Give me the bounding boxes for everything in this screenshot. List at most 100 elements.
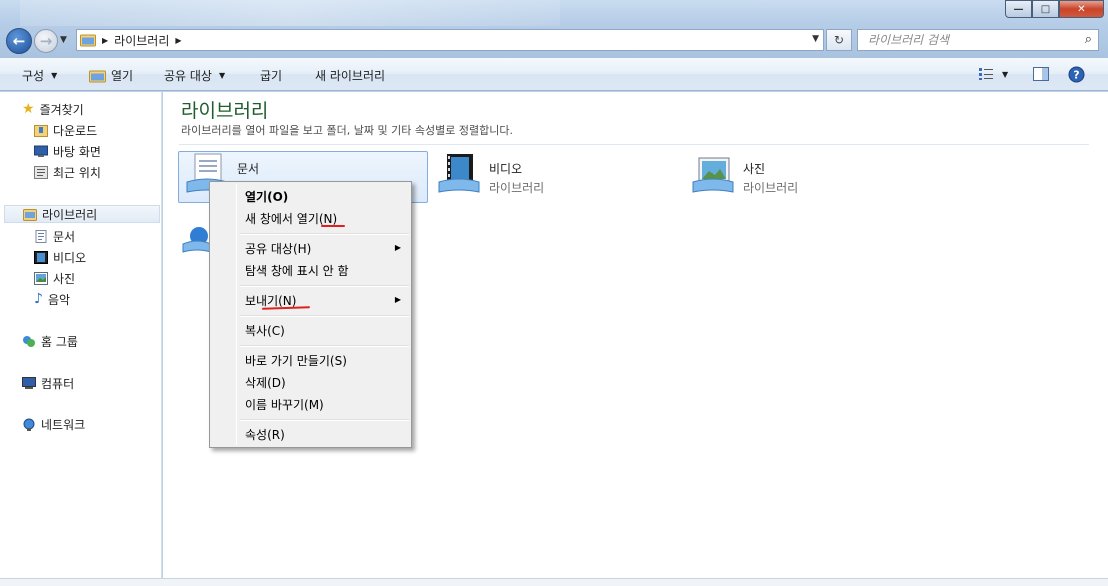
submenu-arrow-icon: ▶ <box>394 295 401 304</box>
sidebar-item-network[interactable]: 네트워크 <box>22 415 85 433</box>
maximize-button[interactable]: □ <box>1032 0 1059 18</box>
sidebar-item-label: 다운로드 <box>53 123 98 138</box>
sidebar-item-documents[interactable]: 문서 <box>34 227 75 245</box>
menu-separator <box>240 315 409 317</box>
page-description: 라이브러리를 열어 파일을 보고 폴더, 날짜 및 기타 속성별로 정렬합니다. <box>181 124 513 137</box>
library-folder-icon <box>89 70 106 82</box>
address-bar[interactable]: ▶ 라이브러리 ▶ ▼ <box>76 29 824 51</box>
annotation-underline <box>321 225 345 227</box>
sidebar-item-label: 사진 <box>53 271 76 286</box>
refresh-icon: ↻ <box>833 33 845 47</box>
share-with-label: 공유 대상 <box>164 69 212 83</box>
star-icon: ★ <box>22 101 35 117</box>
annotation-underline <box>261 306 311 310</box>
sidebar-item-recent-places[interactable]: 최근 위치 <box>34 163 101 181</box>
context-menu: 열기(O) 새 창에서 열기(N) 공유 대상(H) ▶ 탐색 창에 표시 안 … <box>209 181 412 448</box>
new-library-button[interactable]: 새 라이브러리 <box>315 67 385 84</box>
menu-separator <box>240 419 409 421</box>
menu-gutter <box>236 184 237 445</box>
address-history-dropdown[interactable]: ▼ <box>812 34 819 44</box>
search-input[interactable] <box>868 33 1068 47</box>
navigation-pane: ★ 즐겨찾기 다운로드 바탕 화면 최근 위치 라이브러리 문서 비디오 사진 … <box>0 92 162 586</box>
refresh-button[interactable]: ↻ <box>826 29 852 51</box>
sidebar-item-label: 최근 위치 <box>53 165 101 180</box>
sidebar-item-label: 라이브러리 <box>42 207 98 222</box>
computer-icon <box>22 376 36 389</box>
window-controls: — □ ✕ <box>1005 0 1104 18</box>
library-name: 비디오 <box>489 162 523 176</box>
submenu-arrow-icon: ▶ <box>394 243 401 252</box>
recent-places-icon <box>34 165 48 179</box>
sidebar-item-downloads[interactable]: 다운로드 <box>34 121 97 139</box>
library-videos[interactable]: 비디오 라이브러리 <box>435 152 544 198</box>
command-bar: 구성 ▼ 열기 공유 대상 ▼ 굽기 새 라이브러리 ▼ ? <box>0 58 1108 91</box>
library-folder-icon <box>23 208 37 221</box>
menu-separator <box>240 233 409 235</box>
network-icon <box>23 418 35 431</box>
open-label: 열기 <box>111 69 134 83</box>
organize-button[interactable]: 구성 ▼ <box>22 67 57 84</box>
library-name: 사진 <box>743 162 766 176</box>
sidebar-item-desktop[interactable]: 바탕 화면 <box>34 142 101 160</box>
forward-button[interactable]: → <box>34 29 58 53</box>
minimize-button[interactable]: — <box>1005 0 1032 18</box>
preview-pane-button[interactable] <box>1033 65 1049 83</box>
library-type: 라이브러리 <box>489 181 545 195</box>
header-divider <box>179 144 1089 145</box>
menu-separator <box>240 345 409 347</box>
videos-library-icon <box>438 154 480 193</box>
burn-label: 굽기 <box>260 69 283 83</box>
sidebar-item-homegroup[interactable]: 홈 그룹 <box>22 332 78 350</box>
menu-item-delete[interactable]: 삭제(D) <box>245 374 286 391</box>
menu-item-properties[interactable]: 속성(R) <box>245 426 285 443</box>
help-icon: ? <box>1068 66 1085 82</box>
menu-item-rename[interactable]: 이름 바꾸기(M) <box>245 396 324 413</box>
sidebar-item-pictures[interactable]: 사진 <box>34 269 75 287</box>
share-with-button[interactable]: 공유 대상 ▼ <box>164 67 225 84</box>
library-pictures[interactable]: 사진 라이브러리 <box>689 152 798 198</box>
new-library-label: 새 라이브러리 <box>315 69 386 83</box>
desktop-icon <box>34 145 48 157</box>
arrow-left-icon: ← <box>12 32 26 50</box>
burn-button[interactable]: 굽기 <box>260 67 282 84</box>
back-button[interactable]: ← <box>6 28 32 54</box>
menu-item-copy[interactable]: 복사(C) <box>245 322 285 339</box>
library-folder-icon <box>80 34 96 47</box>
library-name: 문서 <box>237 162 260 176</box>
title-bar: — □ ✕ ← → ▼ ▶ 라이브러리 ▶ ▼ ↻ ⌕ <box>0 0 1108 58</box>
arrow-right-icon: → <box>39 32 53 50</box>
homegroup-icon <box>23 335 35 347</box>
library-type: 라이브러리 <box>743 181 799 195</box>
music-note-icon: ♪ <box>34 291 43 307</box>
menu-item-dont-show-in-nav[interactable]: 탐색 창에 표시 안 함 <box>245 262 349 279</box>
search-icon[interactable]: ⌕ <box>1085 32 1092 47</box>
menu-item-share-with[interactable]: 공유 대상(H) <box>245 240 311 257</box>
search-box[interactable]: ⌕ <box>857 29 1099 51</box>
sidebar-item-label: 바탕 화면 <box>53 144 101 159</box>
sidebar-item-label: 문서 <box>53 229 76 244</box>
downloads-folder-icon <box>34 124 48 137</box>
sidebar-item-label: 홈 그룹 <box>41 334 78 349</box>
sidebar-item-label: 음악 <box>47 292 71 307</box>
sidebar-item-libraries[interactable]: 라이브러리 <box>4 205 160 223</box>
help-button[interactable]: ? <box>1068 65 1085 83</box>
sidebar-item-videos[interactable]: 비디오 <box>34 248 86 266</box>
title-glass <box>20 0 560 26</box>
menu-item-create-shortcut[interactable]: 바로 가기 만들기(S) <box>245 352 347 369</box>
svg-text:?: ? <box>1073 68 1079 81</box>
sidebar-item-favorites[interactable]: ★ 즐겨찾기 <box>22 100 84 118</box>
sidebar-item-computer[interactable]: 컴퓨터 <box>22 374 74 392</box>
change-view-button[interactable] <box>978 65 994 83</box>
open-button[interactable]: 열기 <box>89 67 133 84</box>
breadcrumb-separator-icon[interactable]: ▶ <box>102 36 108 45</box>
sidebar-item-music[interactable]: ♪ 음악 <box>34 290 70 308</box>
view-options-dropdown[interactable]: ▼ <box>1002 65 1008 83</box>
recent-pages-dropdown[interactable]: ▼ <box>60 35 67 45</box>
breadcrumb-libraries[interactable]: 라이브러리 <box>114 32 169 49</box>
close-button[interactable]: ✕ <box>1059 0 1104 18</box>
pictures-library-icon <box>692 157 734 193</box>
sidebar-item-label: 비디오 <box>53 250 87 265</box>
breadcrumb-chevron-icon[interactable]: ▶ <box>175 36 181 45</box>
pictures-icon <box>34 271 48 285</box>
menu-item-open[interactable]: 열기(O) <box>245 188 288 205</box>
